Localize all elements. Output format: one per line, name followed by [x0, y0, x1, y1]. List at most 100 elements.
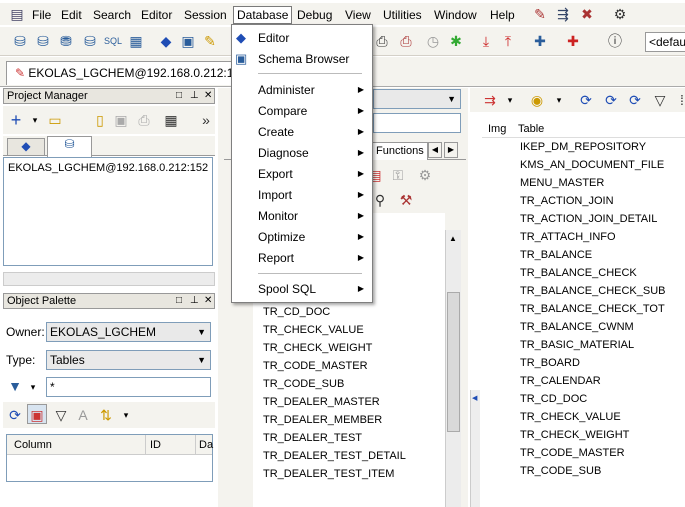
clear-icon[interactable]: ✚ [563, 31, 583, 51]
close-icon[interactable]: ✕ [204, 90, 212, 102]
tab-scroll-right-icon[interactable]: ▶ [444, 142, 458, 158]
chevron-down-icon[interactable]: ▾ [549, 90, 569, 110]
header-datatype[interactable]: Da [199, 439, 213, 451]
default-combo[interactable]: <defau [645, 32, 685, 52]
font-icon[interactable]: A [73, 405, 93, 425]
toolbar-run-icon[interactable]: ⇶ [553, 4, 573, 24]
table-list-item[interactable]: TR_BASIC_MATERIAL [520, 339, 634, 351]
menu-editor[interactable]: Editor [138, 6, 175, 24]
more-icon[interactable]: ⁞ [672, 90, 685, 110]
tools-icon[interactable]: ✎ [200, 31, 220, 51]
open-folder-icon[interactable]: ▭ [45, 110, 65, 130]
horizontal-scrollbar[interactable] [3, 272, 215, 286]
filter-icon[interactable]: ▼ [5, 376, 25, 396]
refresh-children-icon[interactable]: ⟳ [625, 90, 645, 110]
print-icon[interactable]: ⎙ [396, 31, 416, 51]
table-list-item[interactable]: TR_ATTACH_INFO [520, 231, 616, 243]
new-file-icon[interactable]: ▯ [90, 110, 110, 130]
menu-item-create[interactable]: Create ▶ [232, 122, 372, 142]
menu-utilities[interactable]: Utilities [380, 6, 425, 24]
tab-editor-icon[interactable]: ◆ [7, 138, 45, 156]
restore-icon[interactable]: □ [176, 90, 182, 102]
table-list-item[interactable]: TR_CALENDAR [520, 375, 601, 387]
toolbar-stop-icon[interactable]: ✖ [577, 4, 597, 24]
chevron-down-icon[interactable]: ▾ [500, 90, 520, 110]
funnel-icon[interactable]: ▽ [51, 405, 71, 425]
type-select[interactable]: Tables ▼ [46, 350, 211, 370]
info-icon[interactable]: ⓘ [605, 31, 625, 51]
menu-item-report[interactable]: Report ▶ [232, 248, 372, 268]
table-list-item[interactable]: TR_CD_DOC [520, 393, 587, 405]
refresh-icon[interactable]: ⟳ [5, 405, 25, 425]
menu-item-monitor[interactable]: Monitor ▶ [232, 206, 372, 226]
more-icon[interactable]: » [196, 110, 216, 130]
disconnect-icon[interactable]: ⛃ [56, 31, 76, 51]
editor-toolbar-icon[interactable]: ◆ [156, 31, 176, 51]
menu-item-export[interactable]: Export ▶ [232, 164, 372, 184]
rollback-icon[interactable]: ▦ [126, 31, 146, 51]
object-list-item[interactable]: TR_CODE_SUB [263, 378, 344, 390]
navigate-icon[interactable]: ⇉ [480, 90, 500, 110]
menu-item-editor[interactable]: ◆ Editor [232, 28, 372, 48]
scroll-up-icon[interactable]: ▲ [449, 234, 457, 243]
upload-icon[interactable]: ⤒ [498, 31, 518, 51]
table-list-item[interactable]: TR_CHECK_VALUE [520, 411, 621, 423]
menu-debug[interactable]: Debug [294, 6, 335, 24]
navigate-icon[interactable]: ✚ [530, 31, 550, 51]
print-disabled-icon[interactable]: ⎙ [134, 110, 154, 130]
menu-item-diagnose[interactable]: Diagnose ▶ [232, 143, 372, 163]
app-menu-icon[interactable]: ▤ [7, 4, 27, 24]
download-icon[interactable]: ⤓ [476, 31, 496, 51]
menu-file[interactable]: File [29, 6, 54, 24]
splitter[interactable]: ◀ [470, 390, 480, 507]
key-icon[interactable]: ⚿ [388, 165, 408, 185]
header-id[interactable]: ID [150, 439, 161, 451]
filter-icon[interactable]: ▽ [650, 90, 670, 110]
tab-scroll-left-icon[interactable]: ◀ [428, 142, 442, 158]
table-view-icon[interactable]: ▣ [27, 404, 47, 424]
constraint-icon[interactable]: ⚙ [415, 165, 435, 185]
table-list-item[interactable]: TR_ACTION_JOIN_DETAIL [520, 213, 657, 225]
object-list-item[interactable]: TR_DEALER_TEST [263, 432, 362, 444]
schema-browser-toolbar-icon[interactable]: ▣ [178, 31, 198, 51]
table-list-item[interactable]: TR_CODE_MASTER [520, 447, 625, 459]
object-list-item[interactable]: TR_CODE_MASTER [263, 360, 368, 372]
toolbar-red-icon[interactable]: ✎ [530, 4, 550, 24]
table-list-item[interactable]: TR_CODE_SUB [520, 465, 601, 477]
collapse-left-icon[interactable]: ◀ [472, 394, 477, 402]
connection-tab[interactable]: ✎ EKOLAS_LGCHEM@192.168.0.212:1521/ [6, 61, 234, 85]
table-list-item[interactable]: TR_BALANCE_CHECK [520, 267, 637, 279]
menu-edit[interactable]: Edit [58, 6, 85, 24]
pin-icon[interactable]: ⊥ [190, 295, 199, 307]
menu-search[interactable]: Search [90, 6, 134, 24]
chevron-down-icon[interactable]: ▾ [116, 405, 136, 425]
scroll-thumb[interactable] [447, 292, 460, 432]
restore-icon[interactable]: □ [176, 295, 182, 307]
object-list-item[interactable]: TR_DEALER_MASTER [263, 396, 380, 408]
chevron-down-icon[interactable]: ▾ [25, 110, 45, 130]
object-list-item[interactable]: TR_DEALER_MEMBER [263, 414, 382, 426]
table-list-item[interactable]: TR_BALANCE_CHECK_SUB [520, 285, 666, 297]
menu-item-compare[interactable]: Compare ▶ [232, 101, 372, 121]
menu-item-spool-sql[interactable]: Spool SQL ▶ [232, 279, 372, 299]
tab-database-icon[interactable]: ⛁ [47, 136, 92, 157]
menu-window[interactable]: Window [431, 6, 480, 24]
chevron-down-icon[interactable]: ▾ [23, 377, 43, 397]
session-icon[interactable]: ⎙ [372, 31, 392, 51]
settings-icon[interactable]: ⚙ [610, 4, 630, 24]
object-list-item[interactable]: TR_DEALER_TEST_ITEM [263, 468, 394, 480]
grid-icon[interactable]: ▦ [161, 110, 181, 130]
table-list-item[interactable]: TR_BALANCE [520, 249, 592, 261]
object-list-item[interactable]: TR_CD_DOC [263, 306, 330, 318]
header-column[interactable]: Column [14, 439, 52, 451]
menu-database[interactable]: Database [233, 6, 293, 24]
menu-session[interactable]: Session [181, 6, 230, 24]
owner-select[interactable]: EKOLAS_LGCHEM ▼ [46, 322, 211, 342]
new-connection-icon[interactable]: ⛁ [10, 31, 30, 51]
sort-icon[interactable]: ⇅ [96, 405, 116, 425]
debug-bug-icon[interactable]: ✱ [446, 31, 466, 51]
object-filter-input[interactable] [373, 113, 461, 133]
refresh-all-icon[interactable]: ⟳ [601, 90, 621, 110]
menu-view[interactable]: View [342, 6, 374, 24]
pin-icon[interactable]: ⊥ [190, 90, 199, 102]
